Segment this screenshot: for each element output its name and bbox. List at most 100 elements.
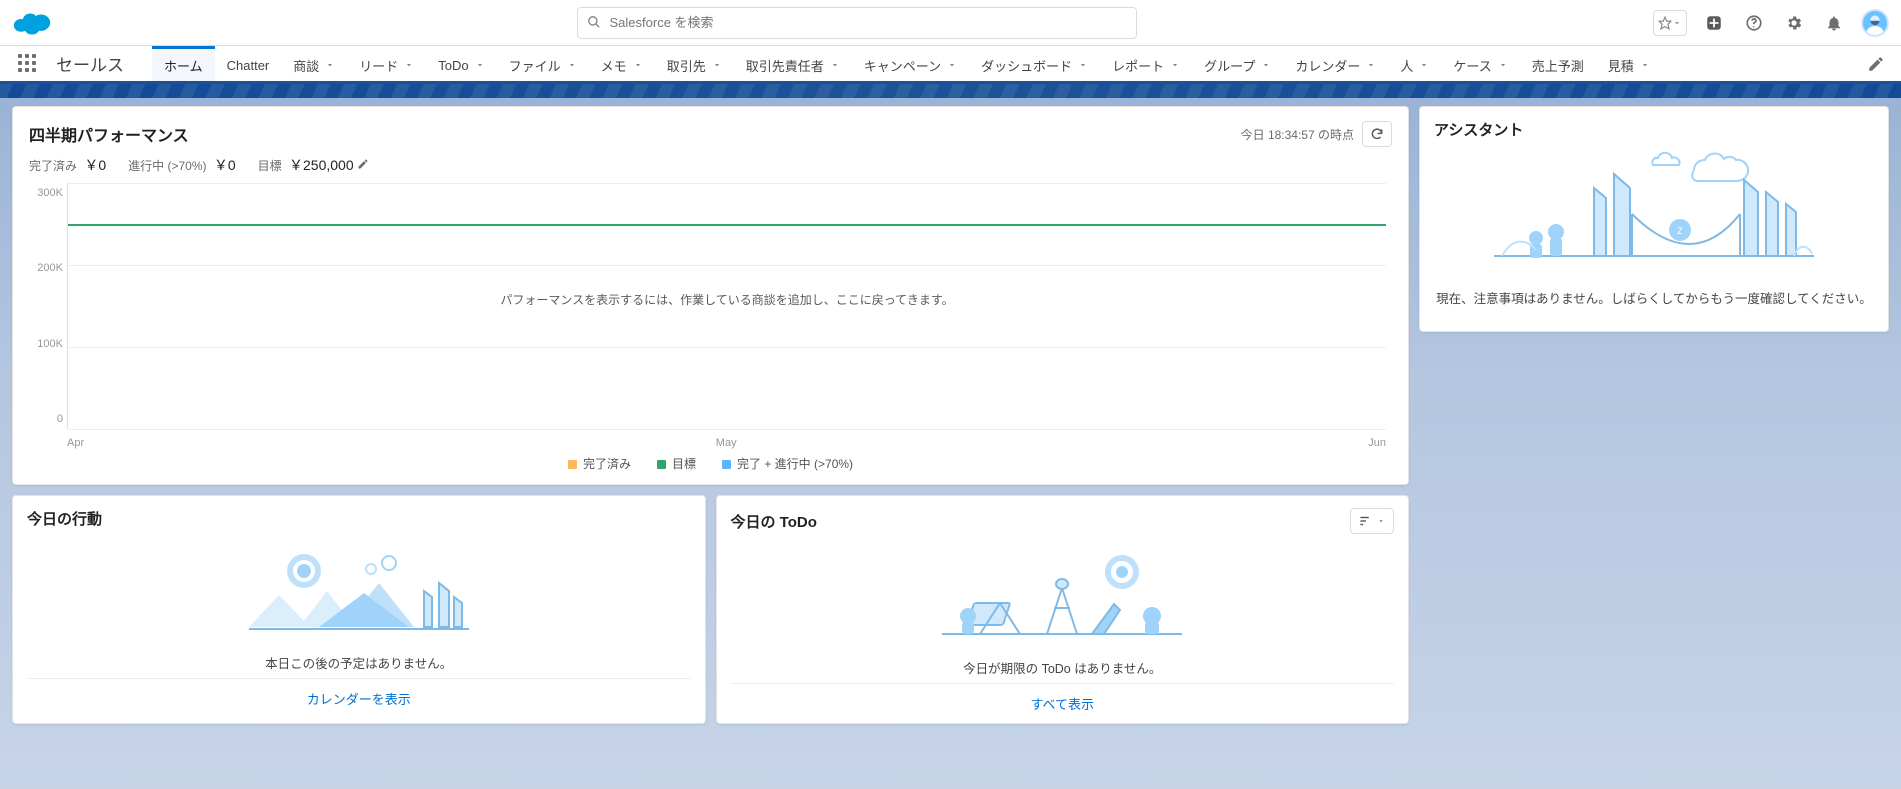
help-icon[interactable] — [1741, 10, 1767, 36]
nav-item-15[interactable]: ケース — [1441, 46, 1519, 81]
chart-goal-line — [68, 224, 1386, 226]
salesforce-logo[interactable] — [12, 9, 52, 37]
tasks-view-all-link[interactable]: すべて表示 — [731, 683, 1395, 723]
global-header — [0, 0, 1901, 46]
perf-as-of-text: 今日 18:34:57 の時点 — [1241, 126, 1354, 143]
global-actions-button[interactable] — [1701, 10, 1727, 36]
setup-gear-icon[interactable] — [1781, 10, 1807, 36]
chevron-down-icon — [1261, 60, 1271, 70]
today-events-card: 今日の行動 — [12, 495, 706, 724]
chart-ytick: 100K — [37, 338, 63, 350]
nav-item-label: ファイル — [509, 56, 561, 75]
nav-item-17[interactable]: 見積 — [1596, 46, 1662, 81]
search-icon — [587, 15, 601, 32]
events-empty-text: 本日この後の予定はありません。 — [27, 653, 691, 672]
today-tasks-card: 今日の ToDo — [716, 495, 1410, 724]
nav-item-label: ダッシュボード — [981, 56, 1072, 75]
chevron-down-icon — [947, 60, 957, 70]
nav-item-label: ToDo — [438, 58, 468, 73]
legend-item: 完了済み — [568, 455, 631, 472]
nav-item-14[interactable]: 人 — [1388, 46, 1441, 81]
nav-item-6[interactable]: メモ — [589, 46, 655, 81]
nav-item-label: 人 — [1400, 56, 1413, 75]
chart-ytick: 300K — [37, 187, 63, 199]
nav-item-label: カレンダー — [1295, 56, 1360, 75]
legend-item: 目標 — [657, 455, 696, 472]
chart-plot-area: パフォーマンスを表示するには、作業している商談を追加し、ここに戻ってきます。 — [67, 183, 1386, 429]
nav-item-label: 取引先 — [667, 56, 706, 75]
search-input[interactable] — [577, 7, 1137, 39]
chevron-down-icon — [325, 60, 335, 70]
assistant-illustration: Z — [1434, 144, 1874, 274]
nav-item-label: 取引先責任者 — [746, 56, 824, 75]
header-utilities — [1653, 9, 1889, 37]
chevron-down-icon — [404, 60, 414, 70]
nav-item-label: キャンペーン — [864, 56, 941, 75]
edit-goal-pencil-icon[interactable] — [357, 159, 369, 173]
nav-item-11[interactable]: レポート — [1100, 46, 1192, 81]
tasks-empty-text: 今日が期限の ToDo はありません。 — [731, 658, 1395, 677]
chevron-down-icon — [1366, 60, 1376, 70]
nav-item-9[interactable]: キャンペーン — [852, 46, 969, 81]
refresh-button[interactable] — [1362, 121, 1392, 147]
nav-item-label: グループ — [1204, 56, 1255, 75]
chevron-down-icon — [830, 60, 840, 70]
user-avatar[interactable] — [1861, 9, 1889, 37]
app-launcher-icon[interactable] — [18, 54, 38, 74]
chart-xtick: May — [716, 437, 737, 449]
events-illustration — [27, 533, 691, 643]
decorative-strip — [0, 84, 1901, 98]
metric-closed: 完了済み ￥0 — [29, 155, 106, 175]
edit-nav-pencil-icon[interactable] — [1863, 51, 1889, 77]
nav-item-label: メモ — [601, 56, 627, 75]
chevron-down-icon — [1419, 60, 1429, 70]
events-view-calendar-link[interactable]: カレンダーを表示 — [27, 678, 691, 718]
nav-item-16[interactable]: 売上予測 — [1520, 46, 1596, 81]
nav-item-8[interactable]: 取引先責任者 — [734, 46, 852, 81]
chevron-down-icon — [1078, 60, 1088, 70]
tasks-sort-button[interactable] — [1350, 508, 1394, 534]
nav-item-0[interactable]: ホーム — [152, 46, 215, 81]
left-column: 四半期パフォーマンス 今日 18:34:57 の時点 完了済み ￥0 進行中 (… — [12, 106, 1409, 724]
nav-item-label: ホーム — [164, 56, 203, 75]
metric-open: 進行中 (>70%) ￥0 — [128, 155, 236, 175]
nav-item-label: ケース — [1453, 56, 1491, 75]
chevron-down-icon — [475, 60, 485, 70]
global-search — [577, 7, 1137, 39]
nav-item-3[interactable]: リード — [347, 46, 426, 81]
perf-metrics: 完了済み ￥0 進行中 (>70%) ￥0 目標 ￥250,000 — [29, 155, 1392, 175]
chevron-down-icon — [633, 60, 643, 70]
nav-items: ホーム Chatter 商談リード ToDo ファイル メモ 取引先 取引先責任者 キャンペーン… — [152, 46, 1662, 81]
assistant-title: アシスタント — [1434, 119, 1874, 140]
svg-text:Z: Z — [1677, 226, 1683, 236]
chart-xtick: Jun — [1368, 437, 1386, 449]
nav-item-13[interactable]: カレンダー — [1283, 46, 1388, 81]
legend-item: 完了 + 進行中 (>70%) — [722, 455, 853, 472]
context-nav-bar: セールス ホーム Chatter 商談リード ToDo ファイル メモ 取引先 取引先責任者 キ… — [0, 46, 1901, 84]
nav-item-12[interactable]: グループ — [1192, 46, 1283, 81]
chart-empty-message: パフォーマンスを表示するには、作業している商談を追加し、ここに戻ってきます。 — [68, 291, 1386, 308]
chart-legend: 完了済み 目標 完了 + 進行中 (>70%) — [29, 453, 1392, 478]
events-title: 今日の行動 — [27, 508, 691, 529]
chevron-down-icon — [567, 60, 577, 70]
nav-item-4[interactable]: ToDo — [426, 46, 496, 81]
quarterly-performance-card: 四半期パフォーマンス 今日 18:34:57 の時点 完了済み ￥0 進行中 (… — [12, 106, 1409, 485]
home-page: 四半期パフォーマンス 今日 18:34:57 の時点 完了済み ￥0 進行中 (… — [0, 98, 1901, 789]
nav-item-5[interactable]: ファイル — [497, 46, 589, 81]
nav-item-label: 見積 — [1608, 56, 1634, 75]
favorites-button[interactable] — [1653, 10, 1687, 36]
metric-goal: 目標 ￥250,000 — [258, 155, 369, 175]
tasks-title: 今日の ToDo — [731, 511, 817, 532]
nav-item-label: 売上予測 — [1532, 56, 1584, 75]
nav-item-label: Chatter — [227, 58, 270, 73]
assistant-card: アシスタント — [1419, 106, 1889, 332]
nav-item-2[interactable]: 商談 — [281, 46, 347, 81]
nav-item-1[interactable]: Chatter — [215, 46, 282, 81]
chevron-down-icon — [1640, 60, 1650, 70]
tasks-illustration — [731, 538, 1395, 648]
nav-item-10[interactable]: ダッシュボード — [969, 46, 1100, 81]
perf-chart: 300K200K100K0 パフォーマンスを表示するには、作業している商談を追加… — [29, 183, 1392, 453]
nav-item-7[interactable]: 取引先 — [655, 46, 734, 81]
notifications-bell-icon[interactable] — [1821, 10, 1847, 36]
app-name: セールス — [56, 51, 124, 76]
